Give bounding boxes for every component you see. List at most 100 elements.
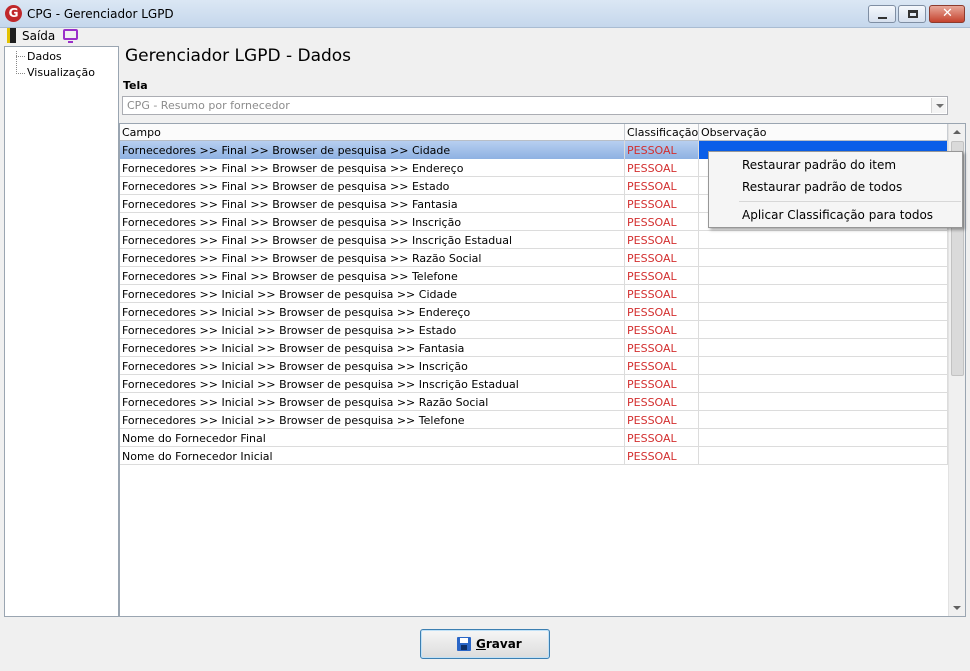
table-row[interactable]: Fornecedores >> Final >> Browser de pesq… [120,231,948,249]
cell-classificacao[interactable]: PESSOAL [625,393,699,411]
minimize-button[interactable] [868,5,896,23]
cell-campo[interactable]: Nome do Fornecedor Final [120,429,625,447]
cell-observacao[interactable] [699,339,948,357]
minimize-icon [878,17,887,19]
cell-observacao[interactable] [699,303,948,321]
table-row[interactable]: Fornecedores >> Inicial >> Browser de pe… [120,393,948,411]
cell-observacao[interactable] [699,285,948,303]
cell-campo[interactable]: Fornecedores >> Inicial >> Browser de pe… [120,285,625,303]
cell-classificacao[interactable]: PESSOAL [625,321,699,339]
cell-classificacao[interactable]: PESSOAL [625,231,699,249]
navigation-tree: Dados Visualização [4,46,119,617]
exit-door-icon[interactable] [7,28,16,43]
cell-campo[interactable]: Fornecedores >> Inicial >> Browser de pe… [120,321,625,339]
cell-observacao[interactable] [699,321,948,339]
cell-classificacao[interactable]: PESSOAL [625,177,699,195]
tree-item-dados[interactable]: Dados [27,50,62,63]
table-row[interactable]: Fornecedores >> Final >> Browser de pesq… [120,249,948,267]
cell-campo[interactable]: Fornecedores >> Final >> Browser de pesq… [120,213,625,231]
maximize-button[interactable] [898,5,926,23]
restore-all-defaults-menu-item[interactable]: Restaurar padrão de todos [742,180,902,194]
cell-observacao[interactable] [699,429,948,447]
cell-observacao[interactable] [699,231,948,249]
cell-classificacao[interactable]: PESSOAL [625,213,699,231]
cell-classificacao[interactable]: PESSOAL [625,285,699,303]
cell-observacao[interactable] [699,447,948,465]
cell-observacao[interactable] [699,357,948,375]
column-header-observacao[interactable]: Observação [699,124,948,141]
cell-observacao[interactable] [699,267,948,285]
table-row[interactable]: Fornecedores >> Final >> Browser de pesq… [120,267,948,285]
cell-campo[interactable]: Fornecedores >> Inicial >> Browser de pe… [120,339,625,357]
menu-separator [739,201,961,202]
table-row[interactable]: Fornecedores >> Inicial >> Browser de pe… [120,285,948,303]
exit-menu-item[interactable]: Saída [22,29,55,43]
save-button-label: Gravar [476,637,522,651]
cell-campo[interactable]: Fornecedores >> Inicial >> Browser de pe… [120,411,625,429]
cell-observacao[interactable] [699,393,948,411]
window-title: CPG - Gerenciador LGPD [27,7,174,21]
cell-campo[interactable]: Nome do Fornecedor Inicial [120,447,625,465]
tela-select[interactable]: CPG - Resumo por fornecedor [122,96,948,115]
close-icon: ✕ [942,6,953,21]
cell-observacao[interactable] [699,411,948,429]
context-menu: Restaurar padrão do item Restaurar padrã… [708,151,963,228]
scroll-down-icon[interactable] [949,599,965,616]
cell-campo[interactable]: Fornecedores >> Inicial >> Browser de pe… [120,393,625,411]
chevron-down-icon[interactable] [931,98,946,113]
table-row[interactable]: Fornecedores >> Inicial >> Browser de pe… [120,303,948,321]
table-row[interactable]: Fornecedores >> Inicial >> Browser de pe… [120,357,948,375]
table-row[interactable]: Nome do Fornecedor Final PESSOAL [120,429,948,447]
cell-classificacao[interactable]: PESSOAL [625,447,699,465]
page-title: Gerenciador LGPD - Dados [125,46,352,66]
restore-item-default-menu-item[interactable]: Restaurar padrão do item [742,158,896,172]
cell-classificacao[interactable]: PESSOAL [625,141,699,159]
cell-campo[interactable]: Fornecedores >> Inicial >> Browser de pe… [120,357,625,375]
tela-label: Tela [123,79,148,92]
cell-classificacao[interactable]: PESSOAL [625,195,699,213]
cell-campo[interactable]: Fornecedores >> Final >> Browser de pesq… [120,141,625,159]
cell-classificacao[interactable]: PESSOAL [625,357,699,375]
cell-observacao[interactable] [699,375,948,393]
column-header-classificacao[interactable]: Classificação [625,124,699,141]
cell-campo[interactable]: Fornecedores >> Inicial >> Browser de pe… [120,375,625,393]
cell-classificacao[interactable]: PESSOAL [625,159,699,177]
cell-campo[interactable]: Fornecedores >> Final >> Browser de pesq… [120,249,625,267]
cell-classificacao[interactable]: PESSOAL [625,375,699,393]
cell-campo[interactable]: Fornecedores >> Inicial >> Browser de pe… [120,303,625,321]
column-header-campo[interactable]: Campo [120,124,625,141]
tree-connector [16,51,17,74]
tree-item-visualizacao[interactable]: Visualização [27,66,95,79]
table-row[interactable]: Fornecedores >> Inicial >> Browser de pe… [120,375,948,393]
tree-connector [16,56,25,57]
scroll-up-icon[interactable] [949,124,965,141]
app-logo-icon: G [5,5,22,22]
cell-campo[interactable]: Fornecedores >> Final >> Browser de pesq… [120,267,625,285]
table-row[interactable]: Fornecedores >> Inicial >> Browser de pe… [120,321,948,339]
cell-campo[interactable]: Fornecedores >> Final >> Browser de pesq… [120,177,625,195]
cell-classificacao[interactable]: PESSOAL [625,267,699,285]
table-row[interactable]: Fornecedores >> Inicial >> Browser de pe… [120,339,948,357]
cell-campo[interactable]: Fornecedores >> Final >> Browser de pesq… [120,159,625,177]
tela-select-value: CPG - Resumo por fornecedor [127,99,290,112]
floppy-disk-icon [457,637,471,651]
table-row[interactable]: Fornecedores >> Inicial >> Browser de pe… [120,411,948,429]
tree-connector [16,73,25,74]
cell-classificacao[interactable]: PESSOAL [625,411,699,429]
monitor-icon[interactable] [63,29,78,43]
close-button[interactable]: ✕ [929,5,965,23]
save-button[interactable]: Gravar [420,629,550,659]
cell-campo[interactable]: Fornecedores >> Final >> Browser de pesq… [120,231,625,249]
table-row[interactable]: Nome do Fornecedor Inicial PESSOAL [120,447,948,465]
apply-classification-all-menu-item[interactable]: Aplicar Classificação para todos [742,208,933,222]
maximize-icon [908,10,918,18]
menu-bar: Saída [0,28,970,44]
cell-classificacao[interactable]: PESSOAL [625,429,699,447]
cell-classificacao[interactable]: PESSOAL [625,339,699,357]
cell-classificacao[interactable]: PESSOAL [625,303,699,321]
cell-campo[interactable]: Fornecedores >> Final >> Browser de pesq… [120,195,625,213]
cell-observacao[interactable] [699,249,948,267]
grid-header: Campo Classificação Observação [120,124,948,141]
title-bar[interactable]: G CPG - Gerenciador LGPD ✕ [0,0,970,28]
cell-classificacao[interactable]: PESSOAL [625,249,699,267]
